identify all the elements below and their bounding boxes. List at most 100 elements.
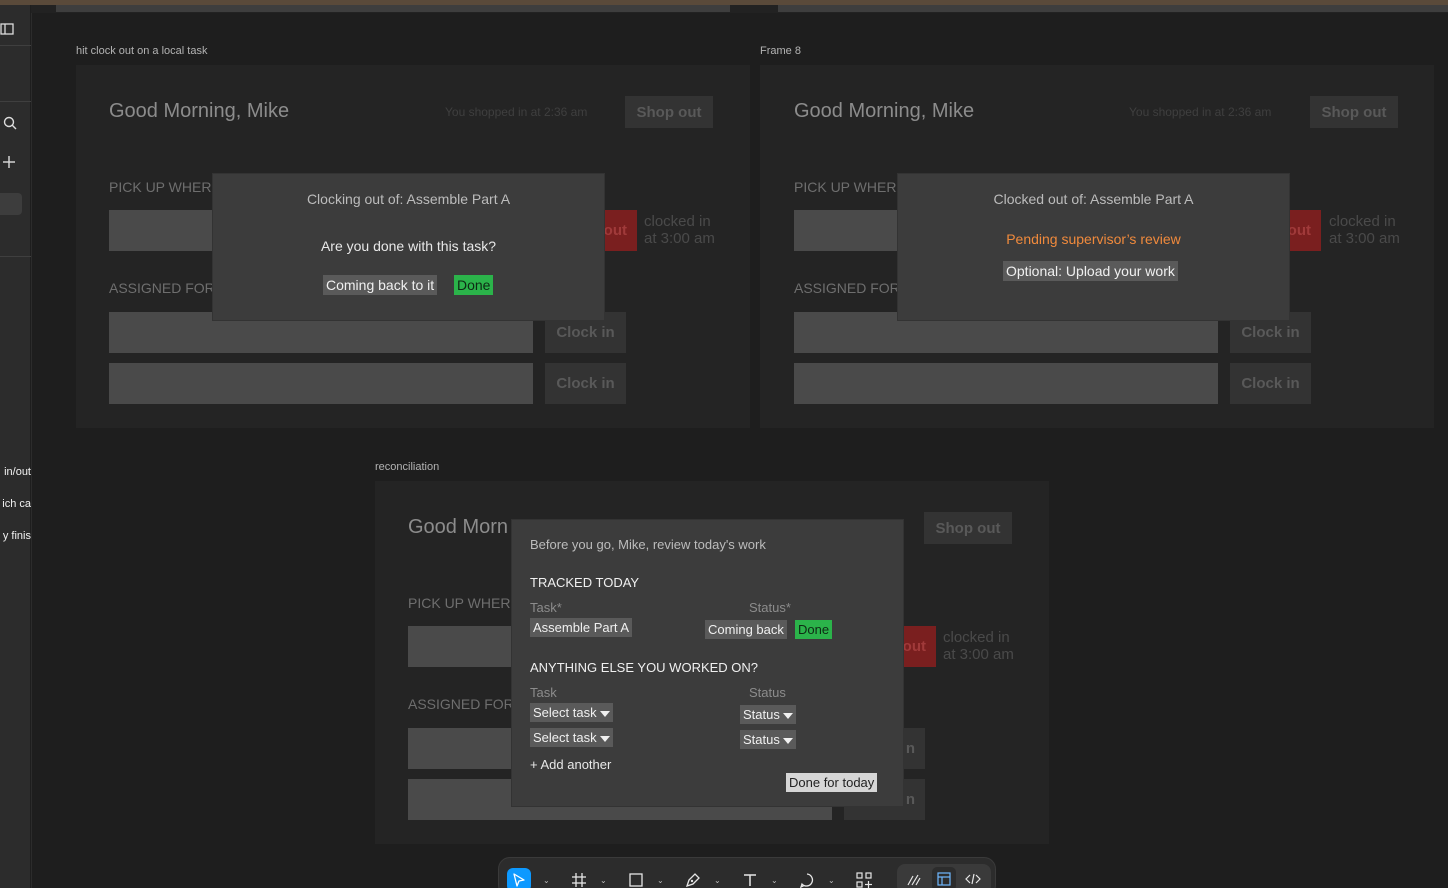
layer-item-1[interactable]: in/out: [0, 466, 31, 478]
status-column-label: Status*: [749, 600, 791, 615]
clocked-in-line1: clocked in: [644, 213, 711, 230]
clocked-in-status: clocked in at 3:00 am: [644, 213, 715, 247]
clock-in-button[interactable]: Clock in: [1230, 363, 1311, 404]
assigned-section-title: ASSIGNED FOR: [109, 280, 215, 296]
dropdown-label: Select task: [533, 705, 597, 720]
done-button[interactable]: Done: [795, 620, 833, 639]
select-task-dropdown[interactable]: Select task: [530, 703, 613, 722]
clocked-in-line2: at 3:00 am: [1329, 230, 1400, 247]
pickup-section-title: PICK UP WHERE: [109, 179, 221, 195]
greeting-heading: Good Morn: [408, 516, 509, 538]
pickup-section-title: PICK UP WHERE: [408, 595, 520, 611]
clocked-in-line1: clocked in: [1329, 213, 1396, 230]
frame-reconciliation[interactable]: Good Morn Shop out PICK UP WHERE out clo…: [375, 481, 1049, 844]
frame-tool-icon[interactable]: [567, 868, 591, 888]
done-for-today-button[interactable]: Done for today: [786, 773, 878, 792]
review-intro-text: Before you go, Mike, review today's work: [530, 537, 766, 552]
caret-down-icon: [782, 737, 793, 744]
shop-out-button[interactable]: Shop out: [625, 96, 713, 128]
panel-divider: [0, 256, 31, 257]
anything-else-heading: ANYTHING ELSE YOU WORKED ON?: [530, 660, 759, 675]
frame-stub-left: [56, 5, 730, 12]
actions-tool-icon[interactable]: [852, 868, 876, 888]
clocked-out-modal: Clocked out of: Assemble Part A Pending …: [897, 173, 1290, 321]
clocked-in-line2: at 3:00 am: [943, 646, 1014, 663]
panel-toggle-icon[interactable]: [0, 23, 14, 37]
clock-out-button[interactable]: out: [601, 210, 637, 251]
shop-out-button[interactable]: Shop out: [924, 512, 1012, 544]
left-panel: in/out ich ca y finis: [0, 5, 31, 888]
caret-down-icon: [599, 735, 610, 742]
clocked-in-status: clocked in at 3:00 am: [943, 629, 1014, 663]
caret-down-icon: [782, 712, 793, 719]
task-column-label: Task*: [530, 600, 562, 615]
layer-item-3[interactable]: y finis: [0, 530, 31, 542]
task-column-label: Task: [530, 685, 557, 700]
dropdown-label: Status: [743, 707, 780, 722]
chevron-down-icon[interactable]: ⌄: [600, 876, 607, 885]
clock-out-button[interactable]: out: [1285, 210, 1321, 251]
move-tool-icon[interactable]: [507, 868, 531, 888]
upload-work-button[interactable]: Optional: Upload your work: [1003, 261, 1178, 281]
frame-stub-right: [778, 5, 1448, 12]
dev-mode-icon[interactable]: [961, 867, 985, 888]
clocked-in-line1: clocked in: [943, 629, 1010, 646]
frame-clock-out-local-task[interactable]: Good Morning, Mike You shopped in at 2:3…: [76, 65, 750, 428]
select-task-dropdown[interactable]: Select task: [530, 728, 613, 747]
search-icon[interactable]: [3, 116, 17, 132]
dropdown-label: Status: [743, 732, 780, 747]
coming-back-button[interactable]: Coming back to it: [323, 275, 438, 295]
draw-mode-icon[interactable]: [902, 867, 926, 888]
tracked-today-heading: TRACKED TODAY: [530, 575, 640, 590]
design-mode-icon[interactable]: [932, 867, 956, 888]
greeting-heading: Good Morning, Mike: [109, 100, 290, 122]
pending-review-text: Pending supervisor’s review: [1006, 231, 1181, 247]
done-button[interactable]: Done: [454, 275, 494, 295]
chevron-down-icon[interactable]: ⌄: [657, 876, 664, 885]
rectangle-tool-icon[interactable]: [624, 868, 648, 888]
frame-8[interactable]: Good Morning, Mike You shopped in at 2:3…: [760, 65, 1434, 428]
chevron-down-icon[interactable]: ⌄: [771, 876, 778, 885]
status-column-label: Status: [749, 685, 786, 700]
chevron-down-icon[interactable]: ⌄: [828, 876, 835, 885]
mode-switcher: [897, 864, 991, 888]
assigned-section-title: ASSIGNED FOR: [794, 280, 900, 296]
reconciliation-modal: Before you go, Mike, review today's work…: [511, 519, 904, 807]
greeting-heading: Good Morning, Mike: [794, 100, 975, 122]
frame-label[interactable]: hit clock out on a local task: [76, 45, 207, 57]
add-another-link[interactable]: + Add another: [530, 757, 611, 772]
layer-item-2[interactable]: ich ca: [0, 498, 31, 510]
caret-down-icon: [599, 710, 610, 717]
comment-tool-icon[interactable]: [795, 868, 819, 888]
clocked-in-status: clocked in at 3:00 am: [1329, 213, 1400, 247]
assigned-section-title: ASSIGNED FOR: [408, 696, 514, 712]
coming-back-button[interactable]: Coming back: [705, 620, 787, 639]
clock-out-modal: Clocking out of: Assemble Part A Are you…: [212, 173, 605, 321]
chevron-down-icon[interactable]: ⌄: [543, 876, 550, 885]
bottom-toolbar: ⌄ ⌄ ⌄ ⌄ ⌄ ⌄: [498, 857, 996, 888]
panel-divider: [0, 101, 31, 102]
tracked-task-value[interactable]: Assemble Part A: [530, 618, 633, 637]
status-dropdown[interactable]: Status: [740, 705, 796, 724]
modal-title: Clocked out of: Assemble Part A: [993, 191, 1194, 207]
pen-tool-icon[interactable]: [681, 868, 705, 888]
status-dropdown[interactable]: Status: [740, 730, 796, 749]
clocked-in-line2: at 3:00 am: [644, 230, 715, 247]
shopped-in-text: You shopped in at 2:36 am: [445, 105, 588, 119]
selected-page-chip[interactable]: [0, 193, 22, 215]
frame-label[interactable]: reconciliation: [375, 461, 439, 473]
clock-in-button[interactable]: Clock in: [545, 363, 626, 404]
task-bar[interactable]: [794, 363, 1218, 404]
panel-divider: [0, 45, 31, 46]
add-icon[interactable]: [3, 156, 15, 170]
pickup-section-title: PICK UP WHERE: [794, 179, 906, 195]
chevron-down-icon[interactable]: ⌄: [714, 876, 721, 885]
frame-label[interactable]: Frame 8: [760, 45, 801, 57]
text-tool-icon[interactable]: [738, 868, 762, 888]
shop-out-button[interactable]: Shop out: [1310, 96, 1398, 128]
task-bar[interactable]: [109, 363, 533, 404]
modal-question: Are you done with this task?: [320, 238, 497, 254]
clock-out-button[interactable]: out: [900, 626, 936, 667]
shopped-in-text: You shopped in at 2:36 am: [1129, 105, 1272, 119]
dropdown-label: Select task: [533, 730, 597, 745]
